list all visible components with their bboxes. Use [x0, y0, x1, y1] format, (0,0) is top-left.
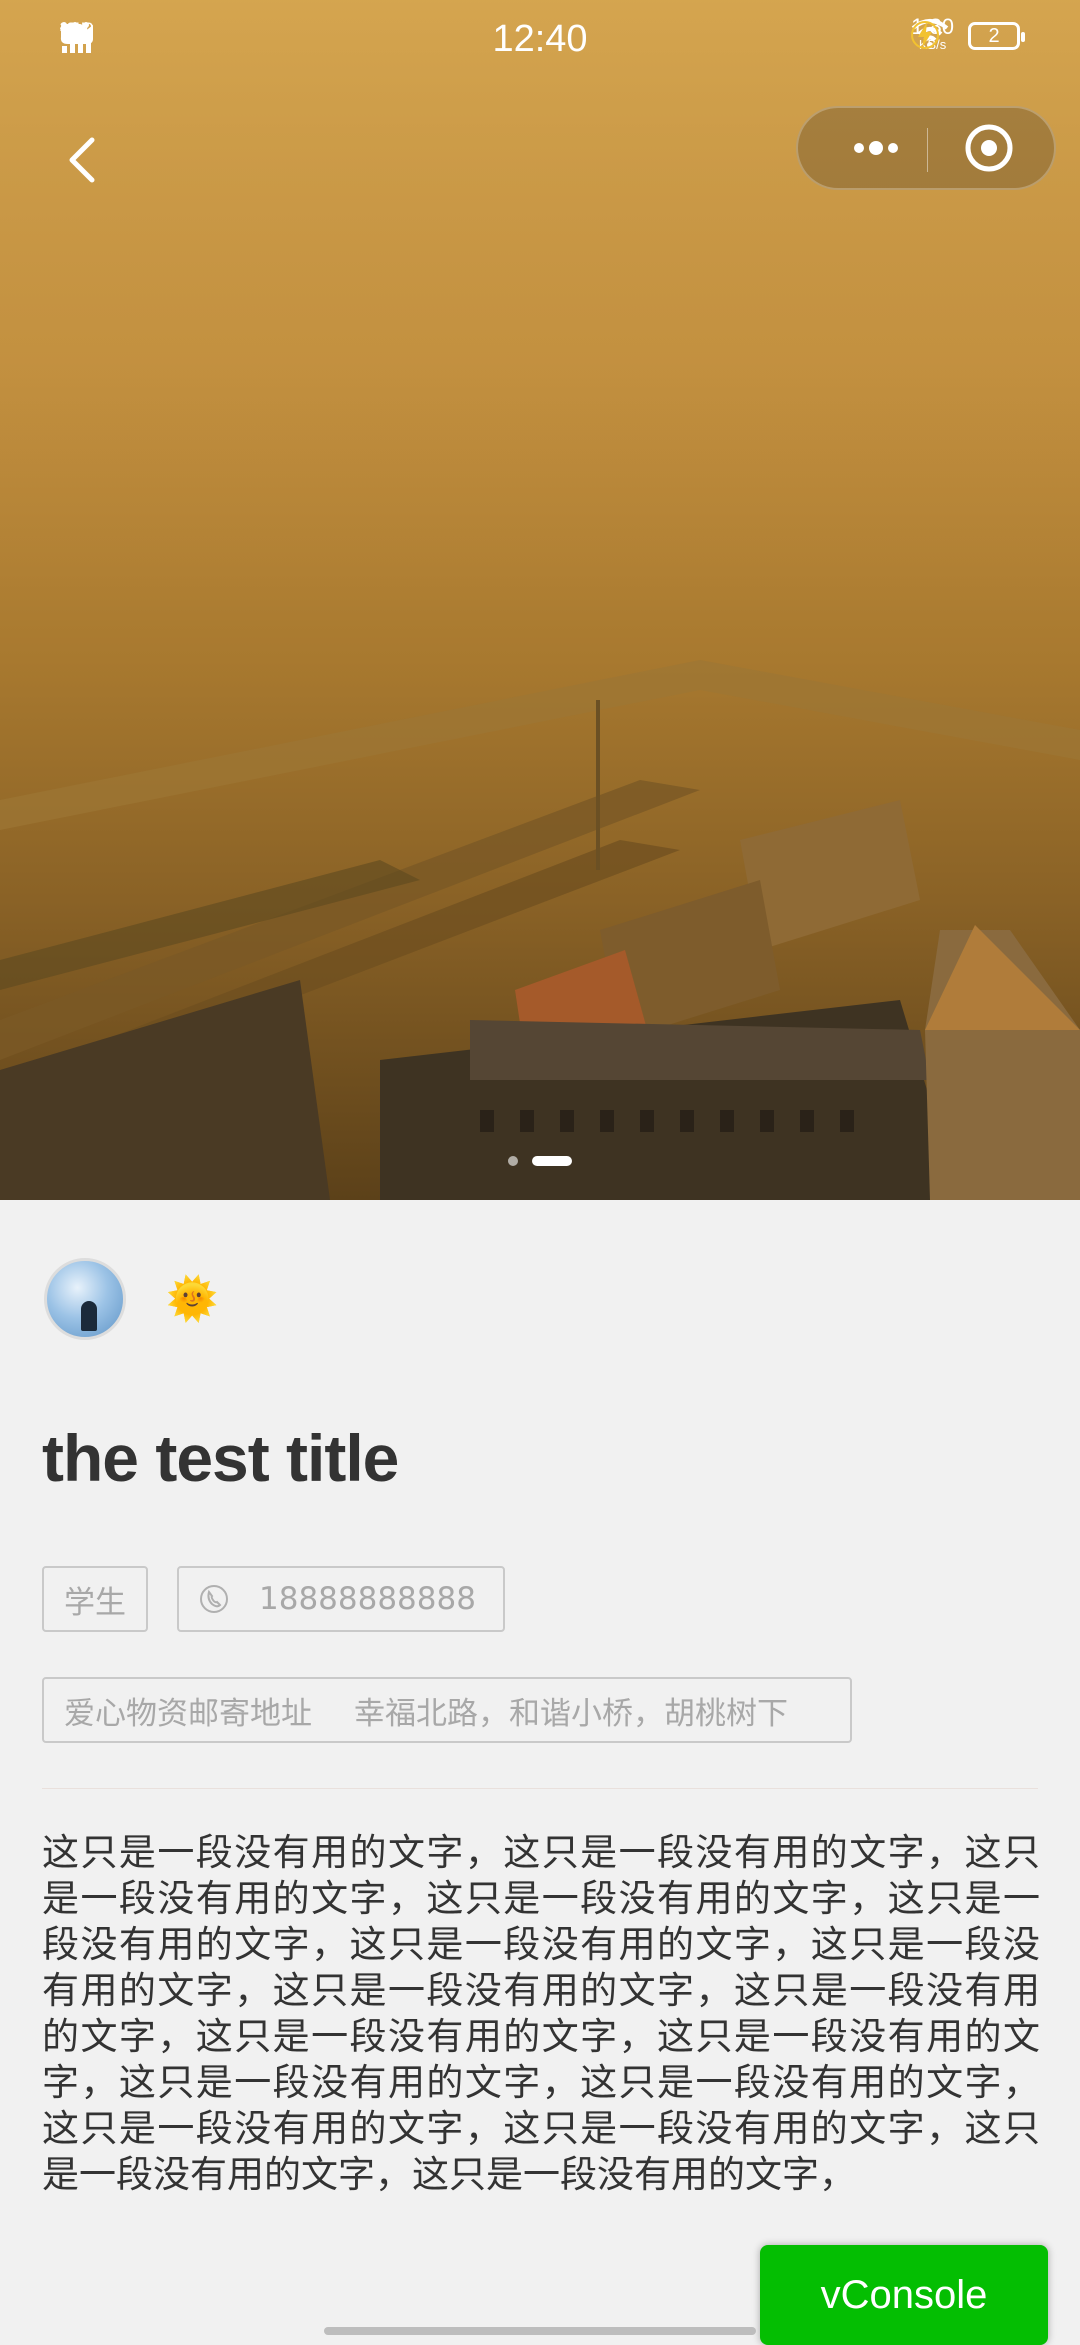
phone-number: 18888888888 — [259, 1581, 476, 1617]
role-tag-label: 学生 — [64, 1584, 126, 1621]
carousel-indicator — [0, 1156, 1080, 1166]
post-title: the test title — [42, 1421, 399, 1495]
carousel-dot-active[interactable] — [532, 1156, 572, 1166]
battery-icon: 2 — [968, 22, 1025, 50]
address-tag: 爱心物资邮寄地址 幸福北路，和谐小桥，胡桃树下 — [42, 1677, 852, 1743]
status-bar: 4GHD 2G 12:40 1.80 KB/s — [0, 0, 1080, 86]
post-description: 这只是一段没有用的文字，这只是一段没有用的文字，这只是一段没有用的文字，这只是一… — [42, 1831, 1040, 2196]
back-button[interactable] — [56, 130, 116, 190]
author-row: 🌞 — [44, 1258, 218, 1340]
capsule-more-button[interactable] — [828, 108, 924, 188]
status-right: 1.80 KB/s 2 — [911, 16, 1025, 54]
more-dots-icon — [854, 141, 898, 155]
address-value: 幸福北路，和谐小桥，胡桃树下 — [354, 1695, 788, 1732]
mini-program-capsule — [796, 106, 1056, 190]
capsule-close-button[interactable] — [934, 108, 1044, 188]
home-indicator[interactable] — [324, 2327, 756, 2335]
capsule-divider — [927, 128, 928, 172]
carousel-dot[interactable] — [508, 1156, 518, 1166]
hero-image[interactable]: 4GHD 2G 12:40 1.80 KB/s — [0, 0, 1080, 1200]
sun-emoji: 🌞 — [166, 1274, 219, 1323]
phone-icon — [199, 1584, 229, 1614]
target-circle-icon — [965, 124, 1013, 172]
battery-level: 2 — [988, 24, 1000, 47]
avatar[interactable] — [44, 1258, 126, 1340]
address-label: 爱心物资邮寄地址 — [64, 1695, 312, 1732]
charging-icon — [911, 21, 940, 49]
section-divider — [42, 1788, 1038, 1789]
phone-tag[interactable]: 18888888888 — [177, 1566, 505, 1632]
role-tag: 学生 — [42, 1566, 148, 1632]
chevron-left-icon — [69, 137, 95, 183]
vconsole-button[interactable]: vConsole — [760, 2245, 1048, 2345]
